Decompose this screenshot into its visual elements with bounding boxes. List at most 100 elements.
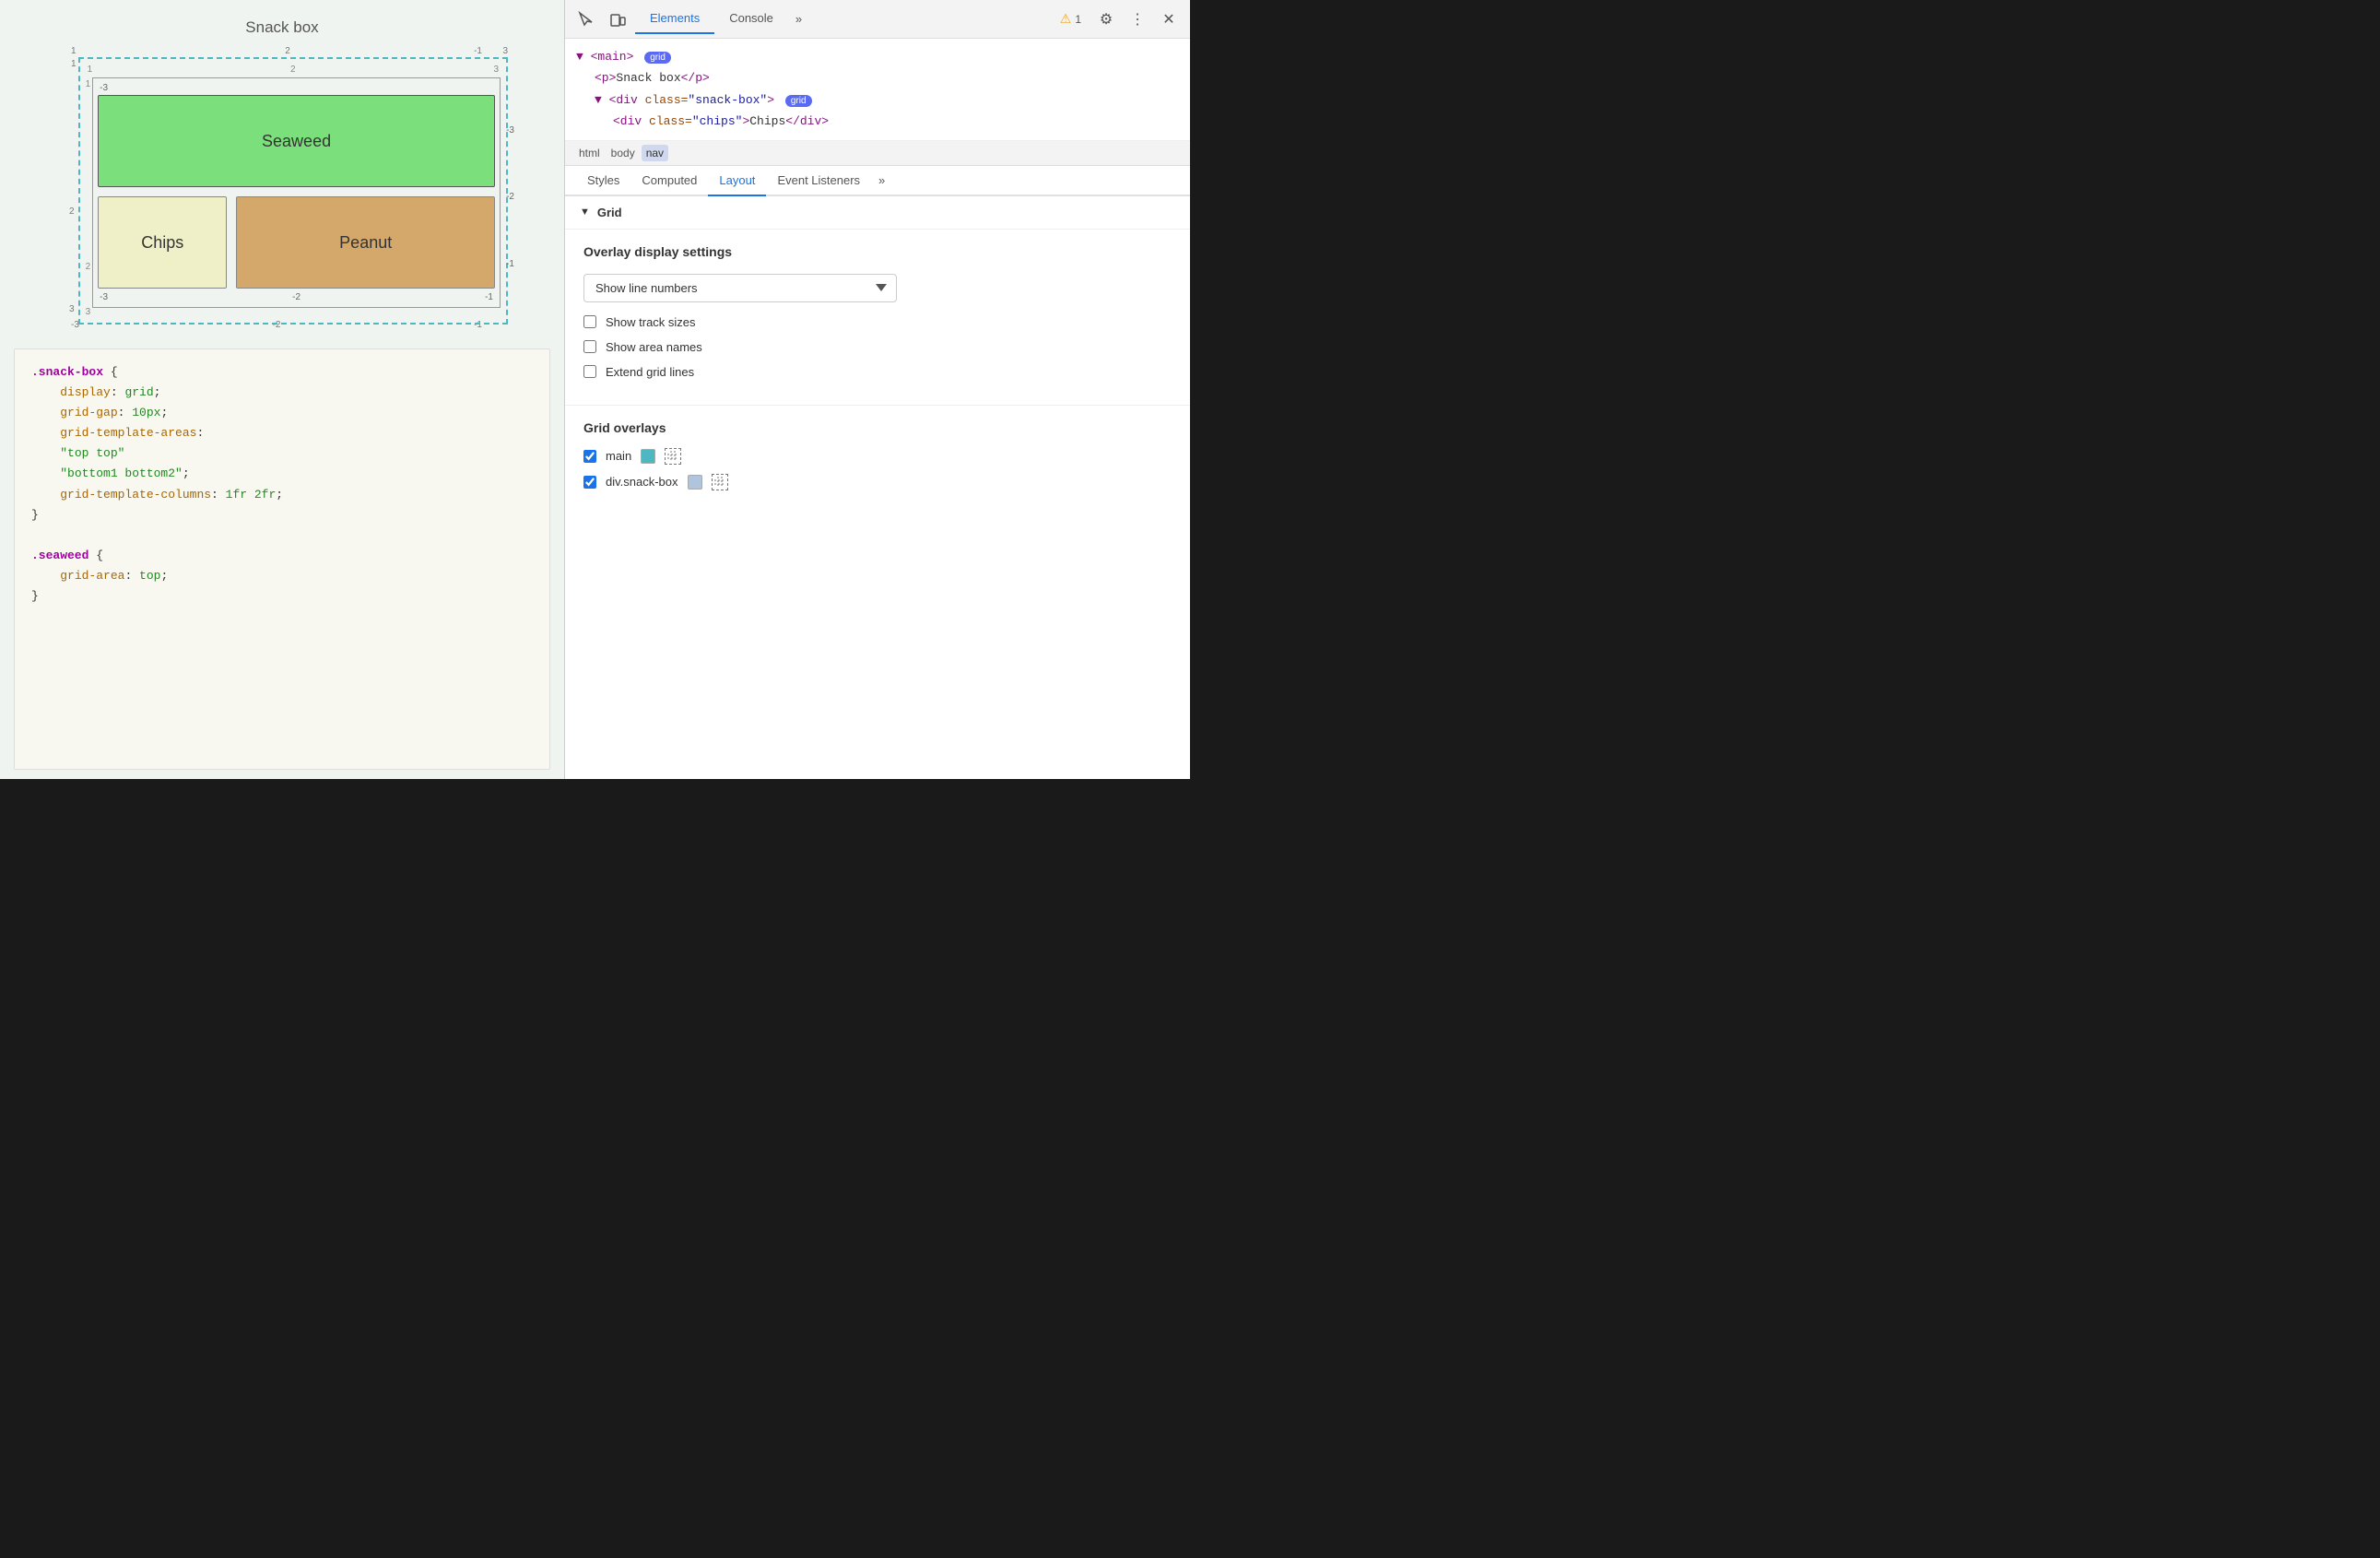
grid-section-arrow: ▼ bbox=[580, 207, 590, 218]
overlay-settings-section: Overlay display settings Show line numbe… bbox=[565, 230, 1190, 406]
warning-icon: ⚠ bbox=[1060, 11, 1072, 27]
code-prop-gap: grid-gap bbox=[60, 406, 117, 419]
code-block: .snack-box { display: grid; grid-gap: 10… bbox=[31, 362, 533, 607]
warning-badge[interactable]: ⚠ 1 bbox=[1053, 9, 1089, 29]
sub-tab-styles[interactable]: Styles bbox=[576, 166, 630, 196]
outer-row-3: 3 bbox=[69, 304, 75, 314]
grid-section-header[interactable]: ▼ Grid bbox=[565, 196, 1190, 230]
seaweed-cell: Seaweed bbox=[98, 95, 495, 187]
code-val-grid: grid bbox=[124, 385, 153, 399]
extend-grid-lines-checkbox[interactable] bbox=[583, 365, 596, 378]
snack-grid: Seaweed Chips Peanut bbox=[98, 95, 495, 289]
sub-tab-computed[interactable]: Computed bbox=[630, 166, 708, 196]
sub-tabs: Styles Computed Layout Event Listeners » bbox=[565, 166, 1190, 196]
sub-tab-more[interactable]: » bbox=[871, 168, 892, 193]
outer-row-num-1: 1 bbox=[71, 59, 77, 69]
code-val-gap: 10px bbox=[132, 406, 160, 419]
overlay-snackbox-grid-icon[interactable] bbox=[712, 474, 728, 490]
show-area-names-checkbox[interactable] bbox=[583, 340, 596, 353]
breadcrumb-nav[interactable]: nav bbox=[642, 145, 668, 161]
code-prop-display: display bbox=[60, 385, 111, 399]
grid-preview: Snack box 1 2 -1 3 x 1 bbox=[0, 0, 564, 339]
overlay-main-color[interactable] bbox=[641, 449, 655, 464]
code-str-top: "top top" bbox=[60, 446, 124, 460]
overlay-row-main: main bbox=[583, 448, 1172, 465]
dom-line-snack-div[interactable]: ▼ <div class="snack-box"> grid bbox=[576, 89, 1179, 111]
code-prop-areas: grid-template-areas bbox=[60, 426, 196, 440]
breadcrumb-body[interactable]: body bbox=[607, 145, 640, 161]
snack-box-grid-badge: grid bbox=[785, 95, 812, 107]
code-str-bottom: "bottom1 bottom2" bbox=[60, 466, 183, 480]
warning-count: 1 bbox=[1075, 13, 1081, 26]
inner-col-2: 2 bbox=[290, 65, 296, 75]
tab-more[interactable]: » bbox=[788, 6, 809, 31]
more-button[interactable]: ⋮ bbox=[1124, 6, 1151, 33]
breadcrumb: html body nav bbox=[565, 141, 1190, 166]
main-grid-badge: grid bbox=[644, 52, 671, 64]
tab-console[interactable]: Console bbox=[714, 4, 788, 34]
line-numbers-dropdown[interactable]: Show line numbers Show track sizes Show … bbox=[583, 274, 897, 302]
inner-bot-neg3: -3 bbox=[100, 292, 108, 302]
outer-col-neg1: -1 bbox=[474, 46, 482, 56]
show-track-sizes-checkbox[interactable] bbox=[583, 315, 596, 328]
grid-overlays-section: Grid overlays main div.snack bbox=[565, 406, 1190, 514]
inner-row-1: 1 bbox=[86, 79, 91, 89]
snack-box-title: Snack box bbox=[28, 18, 536, 37]
show-track-sizes-label: Show track sizes bbox=[606, 315, 696, 329]
show-area-names-row[interactable]: Show area names bbox=[583, 340, 1172, 354]
overlay-title: Overlay display settings bbox=[583, 244, 1172, 259]
outer-row-2: 2 bbox=[69, 207, 75, 217]
sub-tab-event-listeners[interactable]: Event Listeners bbox=[766, 166, 871, 196]
overlay-snackbox-color[interactable] bbox=[688, 475, 702, 490]
code-prop-cols: grid-template-columns bbox=[60, 488, 211, 502]
left-panel: Snack box 1 2 -1 3 x 1 bbox=[0, 0, 565, 779]
code-val-cols: 1fr 2fr bbox=[226, 488, 277, 502]
outer-col-num-2: 2 bbox=[285, 46, 290, 56]
tab-elements[interactable]: Elements bbox=[635, 4, 714, 34]
dom-line-main[interactable]: ▼ <main> grid bbox=[576, 46, 1179, 67]
extend-grid-lines-label: Extend grid lines bbox=[606, 365, 694, 379]
snack-row-neg3: -3 bbox=[506, 125, 514, 136]
inner-col-1: 1 bbox=[88, 65, 93, 75]
snack-row-neg2: -2 bbox=[506, 192, 514, 202]
devtools-toolbar: Elements Console » ⚠ 1 ⚙ ⋮ ✕ bbox=[565, 0, 1190, 39]
right-panel: Elements Console » ⚠ 1 ⚙ ⋮ ✕ ▼ <main> gr… bbox=[565, 0, 1190, 779]
dom-tree: ▼ <main> grid <p>Snack box</p> ▼ <div cl… bbox=[565, 39, 1190, 141]
inner-bot-neg1: -1 bbox=[485, 292, 493, 302]
dom-line-chips[interactable]: <div class="chips">Chips</div> bbox=[576, 111, 1179, 132]
dropdown-row: Show line numbers Show track sizes Show … bbox=[583, 274, 1172, 302]
grid-section-title: Grid bbox=[597, 206, 622, 219]
outer-col-num-1: 1 bbox=[71, 46, 77, 56]
inspect-button[interactable] bbox=[572, 6, 600, 33]
layout-content: ▼ Grid Overlay display settings Show lin… bbox=[565, 196, 1190, 779]
breadcrumb-html[interactable]: html bbox=[574, 145, 605, 161]
overlay-main-grid-icon[interactable] bbox=[665, 448, 681, 465]
devtools-right-icons: ⚠ 1 ⚙ ⋮ ✕ bbox=[1053, 6, 1183, 33]
overlay-main-checkbox[interactable] bbox=[583, 450, 596, 463]
grid-container-wrapper: 1 2 -1 3 x 1 1 2 3 bbox=[56, 46, 508, 330]
show-track-sizes-row[interactable]: Show track sizes bbox=[583, 315, 1172, 329]
inner-col-3: 3 bbox=[493, 65, 499, 75]
overlay-snackbox-checkbox[interactable] bbox=[583, 476, 596, 489]
overlay-main-label: main bbox=[606, 449, 631, 463]
code-selector-seaweed: .seaweed bbox=[31, 549, 88, 562]
close-button[interactable]: ✕ bbox=[1155, 6, 1183, 33]
dom-line-p[interactable]: <p>Snack box</p> bbox=[576, 67, 1179, 89]
snack-col-neg3: -3 bbox=[100, 83, 108, 93]
snack-row-neg1: -1 bbox=[506, 259, 514, 269]
overlays-title: Grid overlays bbox=[583, 420, 1172, 435]
code-panel: .snack-box { display: grid; grid-gap: 10… bbox=[14, 348, 550, 770]
code-prop-area: grid-area bbox=[60, 569, 124, 583]
overlay-snackbox-label: div.snack-box bbox=[606, 475, 678, 489]
settings-button[interactable]: ⚙ bbox=[1092, 6, 1120, 33]
inner-bot-neg2: -2 bbox=[292, 292, 300, 302]
device-toolbar-button[interactable] bbox=[604, 6, 631, 33]
overlay-row-snack-box: div.snack-box bbox=[583, 474, 1172, 490]
extend-grid-lines-row[interactable]: Extend grid lines bbox=[583, 365, 1172, 379]
devtools-tabs: Elements Console » bbox=[635, 4, 1049, 34]
code-selector-snack: .snack-box bbox=[31, 365, 103, 379]
outer-col-3: 3 bbox=[502, 46, 508, 56]
show-area-names-label: Show area names bbox=[606, 340, 702, 354]
code-val-area: top bbox=[139, 569, 160, 583]
sub-tab-layout[interactable]: Layout bbox=[708, 166, 766, 196]
